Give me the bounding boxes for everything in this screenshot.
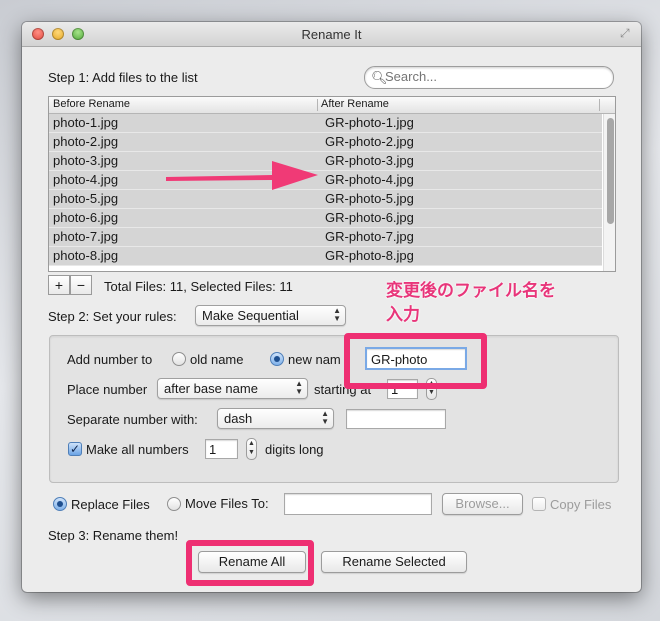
highlight-rename-all xyxy=(186,540,314,586)
step2-label: Step 2: Set your rules: xyxy=(48,309,177,324)
before-name: photo-8.jpg xyxy=(53,248,119,263)
updown-arrows-icon: ▲ ▼ xyxy=(295,379,303,396)
step1-label: Step 1: Add files to the list xyxy=(48,70,198,85)
move-path-field[interactable] xyxy=(284,493,432,515)
digits-long-label: digits long xyxy=(265,442,324,457)
after-name: GR-photo-3.jpg xyxy=(325,153,414,168)
custom-separator-input[interactable] xyxy=(350,411,439,427)
file-table[interactable]: Before Rename After Rename photo-1.jpg GR… xyxy=(48,96,616,272)
separate-number-label: Separate number with: xyxy=(67,412,198,427)
new-name-label[interactable]: new nam xyxy=(288,352,341,367)
place-number-value: after base name xyxy=(164,381,258,396)
custom-separator-field[interactable] xyxy=(346,409,446,429)
annotation-line-2: 入力 xyxy=(386,305,420,324)
replace-files-radio[interactable] xyxy=(53,497,67,511)
scroll-thumb[interactable] xyxy=(607,118,614,224)
vertical-scrollbar[interactable] xyxy=(603,114,615,271)
file-totals: Total Files: 11, Selected Files: 11 xyxy=(104,279,293,294)
before-name: photo-1.jpg xyxy=(53,115,119,130)
annotation-arrow-icon xyxy=(166,161,318,190)
old-name-radio[interactable] xyxy=(172,352,186,366)
digits-input[interactable] xyxy=(209,441,237,457)
rule-value: Make Sequential xyxy=(202,308,299,323)
add-file-button[interactable]: + xyxy=(48,275,70,295)
move-path-input[interactable] xyxy=(288,495,420,511)
separator-value: dash xyxy=(224,411,253,426)
annotation-line-1: 変更後のファイル名を xyxy=(386,281,556,300)
after-name: GR-photo-6.jpg xyxy=(325,210,414,225)
step3-label: Step 3: Rename them! xyxy=(48,528,179,543)
window-title: Rename It xyxy=(301,27,362,42)
before-name: photo-7.jpg xyxy=(53,229,119,244)
move-files-radio[interactable] xyxy=(167,497,181,511)
before-name: photo-5.jpg xyxy=(53,191,119,206)
before-name: photo-2.jpg xyxy=(53,134,119,149)
browse-button[interactable]: Browse... xyxy=(442,493,523,515)
before-name: photo-3.jpg xyxy=(53,153,119,168)
new-name-radio[interactable] xyxy=(270,352,284,366)
make-all-checkbox[interactable]: ✓ xyxy=(68,442,82,456)
after-name: GR-photo-8.jpg xyxy=(325,248,414,263)
rule-popup[interactable]: Make Sequential ▲ ▼ xyxy=(195,305,346,326)
after-name: GR-photo-4.jpg xyxy=(325,172,414,187)
after-name: GR-photo-7.jpg xyxy=(325,229,414,244)
separator-popup[interactable]: dash ▲ ▼ xyxy=(217,408,334,429)
table-header: Before Rename After Rename xyxy=(49,97,615,114)
remove-file-button[interactable]: − xyxy=(70,275,92,295)
rules-panel: Add number to old name new nam Place num… xyxy=(49,335,619,483)
digits-stepper[interactable]: ▲ ▼ xyxy=(246,438,257,460)
make-all-label[interactable]: Make all numbers xyxy=(86,442,189,457)
table-row[interactable]: photo-6.jpg GR-photo-6.jpg xyxy=(49,209,602,228)
updown-arrows-icon: ▲ ▼ xyxy=(321,409,329,426)
copy-files-checkbox[interactable] xyxy=(532,497,546,511)
fullscreen-icon[interactable]: ⤢ xyxy=(620,27,633,40)
table-row[interactable]: photo-7.jpg GR-photo-7.jpg xyxy=(49,228,602,247)
column-header-before[interactable]: Before Rename xyxy=(53,98,130,110)
column-header-after[interactable]: After Rename xyxy=(321,98,389,110)
after-name: GR-photo-5.jpg xyxy=(325,191,414,206)
highlight-new-name xyxy=(344,333,487,389)
replace-files-label[interactable]: Replace Files xyxy=(71,497,150,512)
title-bar: Rename It ⤢ xyxy=(22,22,641,47)
table-row[interactable]: photo-8.jpg GR-photo-8.jpg xyxy=(49,247,602,266)
table-row[interactable]: photo-1.jpg GR-photo-1.jpg xyxy=(49,114,602,133)
before-name: photo-6.jpg xyxy=(53,210,119,225)
add-number-label: Add number to xyxy=(67,352,153,367)
search-input[interactable] xyxy=(385,69,600,84)
search-field[interactable]: 🔍︎ xyxy=(364,66,614,89)
copy-files-label[interactable]: Copy Files xyxy=(550,497,611,512)
move-files-label[interactable]: Move Files To: xyxy=(185,496,269,511)
rename-selected-button[interactable]: Rename Selected xyxy=(321,551,467,573)
place-number-label: Place number xyxy=(67,382,148,397)
annotation-text: 変更後のファイル名を 入力 xyxy=(386,279,556,327)
after-name: GR-photo-2.jpg xyxy=(325,134,414,149)
before-name: photo-4.jpg xyxy=(53,172,119,187)
place-number-popup[interactable]: after base name ▲ ▼ xyxy=(157,378,308,399)
digits-field[interactable] xyxy=(205,439,238,459)
old-name-label[interactable]: old name xyxy=(190,352,243,367)
updown-arrows-icon: ▲ ▼ xyxy=(333,306,341,323)
after-name: GR-photo-1.jpg xyxy=(325,115,414,130)
